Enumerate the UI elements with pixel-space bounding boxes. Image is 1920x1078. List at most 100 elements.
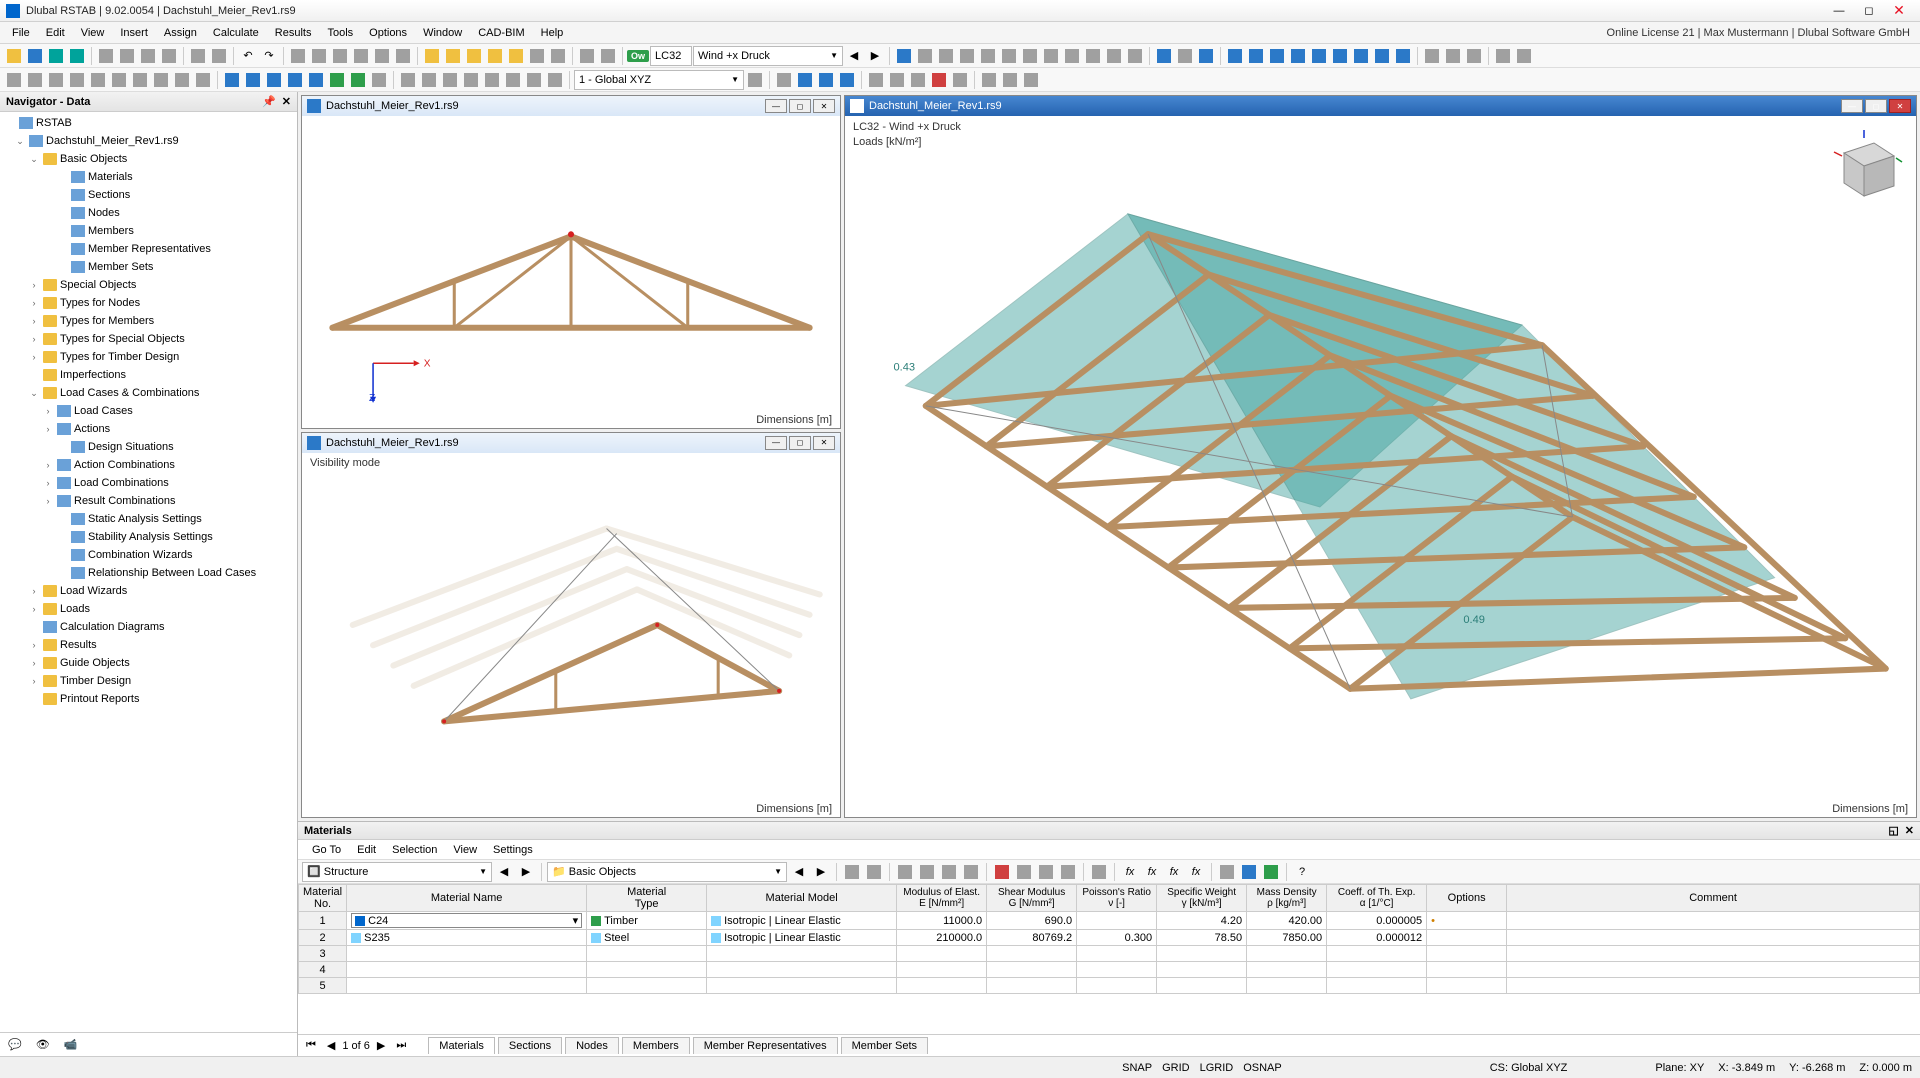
dims1-button[interactable]: [1422, 46, 1442, 66]
tree-loads[interactable]: ›Loads: [0, 600, 297, 618]
paste-button[interactable]: [138, 46, 158, 66]
vp-min[interactable]: —: [765, 99, 787, 113]
basic-next[interactable]: ▶: [811, 862, 831, 882]
render7-button[interactable]: [548, 46, 568, 66]
sel9-button[interactable]: [172, 70, 192, 90]
res3-button[interactable]: [957, 46, 977, 66]
vp-min[interactable]: —: [765, 436, 787, 450]
sel2-button[interactable]: [25, 70, 45, 90]
menu-tools[interactable]: Tools: [319, 25, 361, 41]
tab-sections[interactable]: Sections: [498, 1037, 562, 1054]
status-osnap[interactable]: OSNAP: [1243, 1062, 1282, 1074]
viewport-main[interactable]: Dachstuhl_Meier_Rev1.rs9 — ◻ ✕ LC32 - Wi…: [844, 95, 1917, 818]
t1[interactable]: [842, 862, 862, 882]
tab-nodes[interactable]: Nodes: [565, 1037, 619, 1054]
tree-sections[interactable]: Sections: [0, 186, 297, 204]
cs-combo[interactable]: 1 - Global XYZ▼: [574, 70, 744, 90]
tree-member-reps[interactable]: Member Representatives: [0, 240, 297, 258]
nav-prev[interactable]: ◀: [323, 1039, 339, 1052]
tree-nodes[interactable]: Nodes: [0, 204, 297, 222]
tree-static-settings[interactable]: Static Analysis Settings: [0, 510, 297, 528]
tab-member-reps[interactable]: Member Representatives: [693, 1037, 838, 1054]
maximize-button[interactable]: ◻: [1854, 1, 1884, 21]
render6-button[interactable]: [527, 46, 547, 66]
tree-member-sets[interactable]: Member Sets: [0, 258, 297, 276]
basic-prev[interactable]: ◀: [789, 862, 809, 882]
grid1-button[interactable]: [774, 70, 794, 90]
sec8-button[interactable]: [1372, 46, 1392, 66]
sel8-button[interactable]: [151, 70, 171, 90]
save-file-button[interactable]: [46, 46, 66, 66]
res10-button[interactable]: [1104, 46, 1124, 66]
sup6-button[interactable]: [503, 70, 523, 90]
nav-last[interactable]: ⏭: [392, 1039, 410, 1052]
navigator-tree[interactable]: RSTAB ⌄Dachstuhl_Meier_Rev1.rs9 ⌄Basic O…: [0, 112, 297, 1032]
basic-combo[interactable]: 📁 Basic Objects▼: [547, 862, 787, 882]
t10[interactable]: [1058, 862, 1078, 882]
pane-close[interactable]: ✕: [1905, 824, 1914, 837]
tree-types-special[interactable]: ›Types for Special Objects: [0, 330, 297, 348]
t17[interactable]: [1239, 862, 1259, 882]
render4-button[interactable]: [485, 46, 505, 66]
tree-printout[interactable]: Printout Reports: [0, 690, 297, 708]
calc-button[interactable]: [1154, 46, 1174, 66]
vp-close[interactable]: ✕: [1889, 99, 1911, 113]
tree-comb-wizards[interactable]: Combination Wizards: [0, 546, 297, 564]
del-button[interactable]: [929, 70, 949, 90]
tree-types-timber[interactable]: ›Types for Timber Design: [0, 348, 297, 366]
view-cube[interactable]: [1824, 128, 1904, 208]
memb1-button[interactable]: [222, 70, 242, 90]
t18[interactable]: [1261, 862, 1281, 882]
sec5-button[interactable]: [1309, 46, 1329, 66]
guides2-button[interactable]: [1000, 70, 1020, 90]
snap3-button[interactable]: [908, 70, 928, 90]
table-row[interactable]: 1C24▾TimberIsotropic | Linear Elastic110…: [299, 912, 1920, 930]
sec3-button[interactable]: [1267, 46, 1287, 66]
res4-button[interactable]: [978, 46, 998, 66]
t3[interactable]: [895, 862, 915, 882]
res2-button[interactable]: [936, 46, 956, 66]
calc2-button[interactable]: [1175, 46, 1195, 66]
vp-max[interactable]: ◻: [789, 99, 811, 113]
sec2-button[interactable]: [1246, 46, 1266, 66]
check-button[interactable]: [950, 70, 970, 90]
tree-load-wizards[interactable]: ›Load Wizards: [0, 582, 297, 600]
t12[interactable]: fx: [1120, 862, 1140, 882]
tab-materials[interactable]: Materials: [428, 1037, 495, 1054]
copy-button[interactable]: [117, 46, 137, 66]
menu-edit[interactable]: Edit: [38, 25, 73, 41]
t13[interactable]: fx: [1142, 862, 1162, 882]
render2-button[interactable]: [443, 46, 463, 66]
view-layout4-button[interactable]: [351, 46, 371, 66]
tree-load-cases[interactable]: ›Load Cases: [0, 402, 297, 420]
menu-help[interactable]: Help: [533, 25, 572, 41]
sup7-button[interactable]: [524, 70, 544, 90]
t9[interactable]: [1036, 862, 1056, 882]
tree-guide-objects[interactable]: ›Guide Objects: [0, 654, 297, 672]
tree-materials[interactable]: Materials: [0, 168, 297, 186]
t2[interactable]: [864, 862, 884, 882]
viewport-elevation[interactable]: Dachstuhl_Meier_Rev1.rs9 — ◻ ✕: [301, 95, 841, 429]
sup8-button[interactable]: [545, 70, 565, 90]
memb5-button[interactable]: [306, 70, 326, 90]
render3-button[interactable]: [464, 46, 484, 66]
doc2-button[interactable]: [209, 46, 229, 66]
bp-goto[interactable]: Go To: [304, 842, 349, 858]
tree-members[interactable]: Members: [0, 222, 297, 240]
doc-button[interactable]: [188, 46, 208, 66]
vp-min[interactable]: —: [1841, 99, 1863, 113]
res1-button[interactable]: [915, 46, 935, 66]
navigator-pin[interactable]: 📌: [262, 95, 276, 108]
t7[interactable]: [992, 862, 1012, 882]
menu-calculate[interactable]: Calculate: [205, 25, 267, 41]
undo-button[interactable]: ↶: [238, 46, 258, 66]
open-file-button[interactable]: [25, 46, 45, 66]
menu-window[interactable]: Window: [415, 25, 470, 41]
lc-name-combo[interactable]: Wind +x Druck▼: [693, 46, 843, 66]
nav-next[interactable]: ▶: [373, 1039, 389, 1052]
menu-file[interactable]: File: [4, 25, 38, 41]
tree-basic-objects[interactable]: ⌄Basic Objects: [0, 150, 297, 168]
sel3-button[interactable]: [46, 70, 66, 90]
res9-button[interactable]: [1083, 46, 1103, 66]
grid4-button[interactable]: [837, 70, 857, 90]
